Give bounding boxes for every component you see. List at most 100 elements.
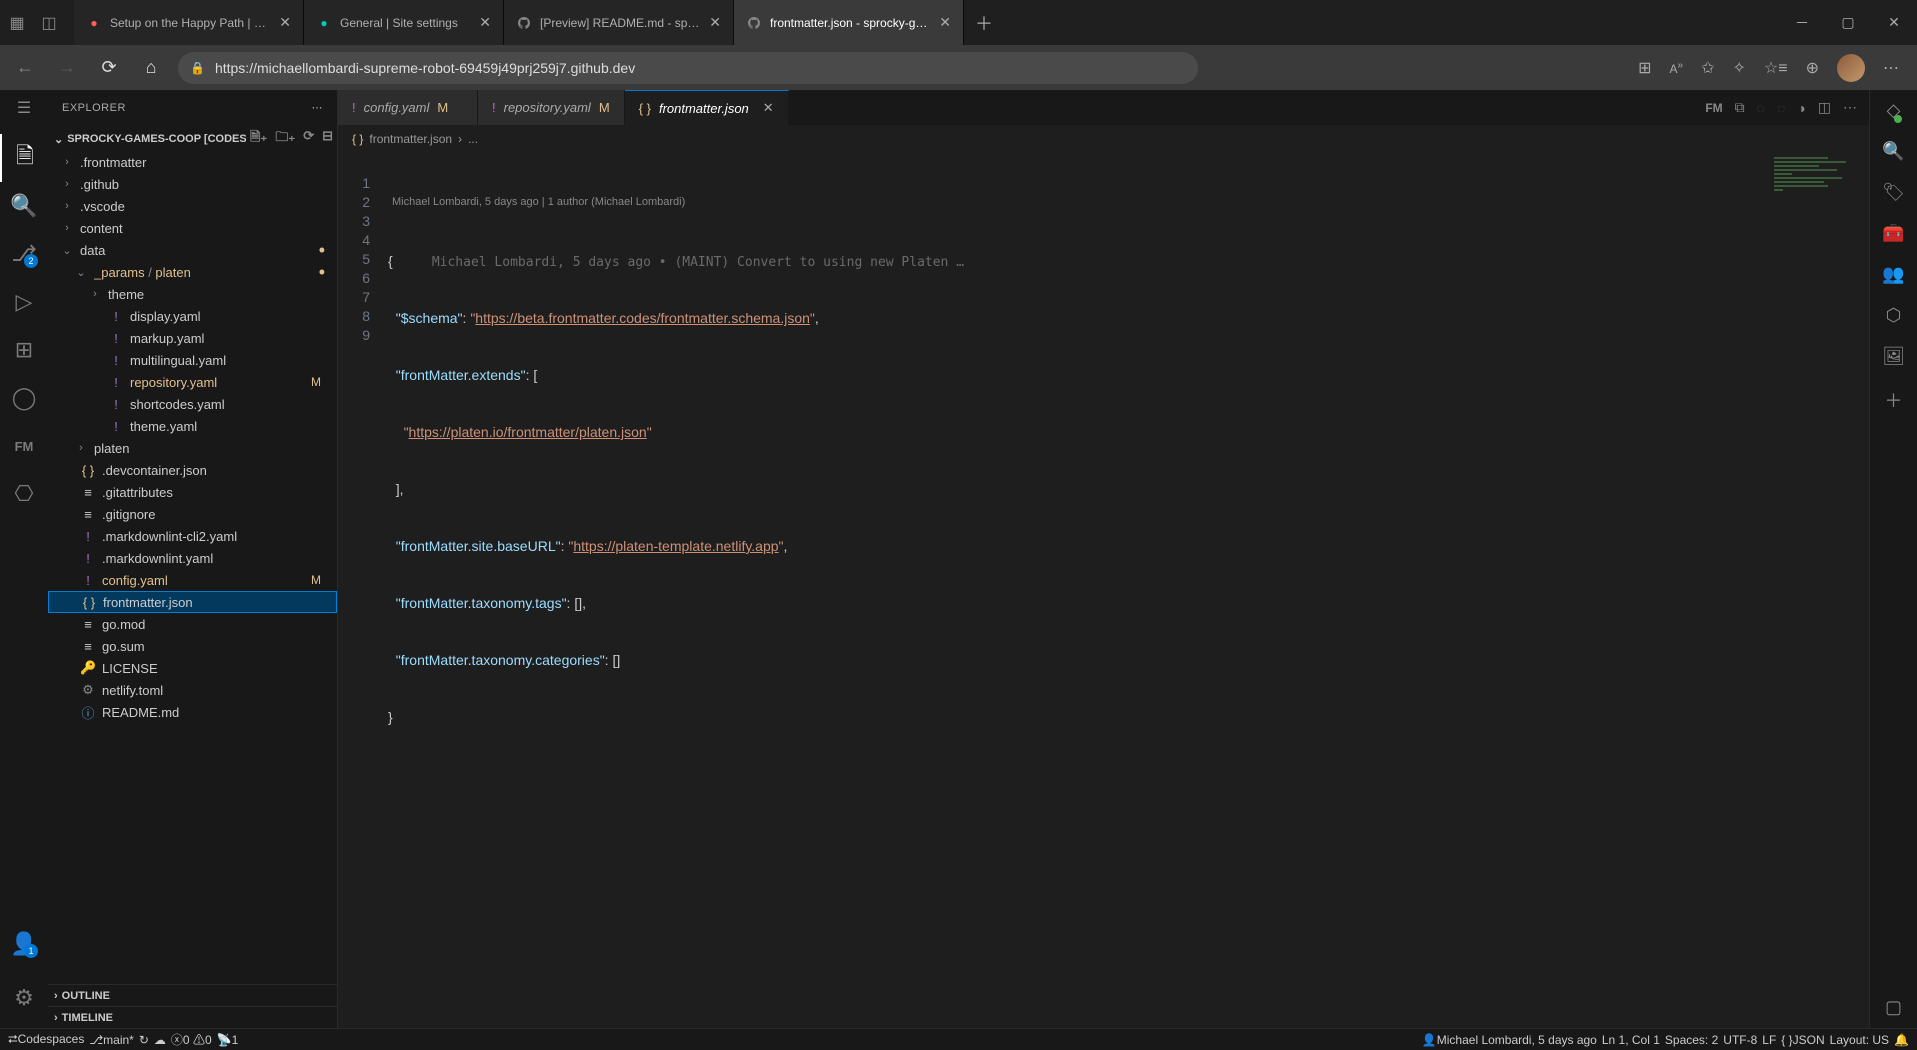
- fm-action-icon[interactable]: FM: [1705, 101, 1722, 115]
- file-item[interactable]: !.markdownlint-cli2.yaml: [48, 525, 337, 547]
- encoding[interactable]: UTF-8: [1723, 1033, 1757, 1047]
- editor-tab[interactable]: !repository.yamlM: [478, 90, 625, 125]
- file-item[interactable]: ≡go.sum: [48, 635, 337, 657]
- app-menu-icon[interactable]: ▦: [8, 14, 26, 32]
- refresh-button[interactable]: ⟳: [94, 53, 124, 83]
- minimize-button[interactable]: －: [1779, 0, 1825, 45]
- blame-indicator[interactable]: 👤Michael Lombardi, 5 days ago: [1422, 1033, 1597, 1047]
- new-file-icon[interactable]: 🗎₊: [250, 128, 267, 150]
- search-activity[interactable]: 🔍: [0, 182, 48, 230]
- new-tab-button[interactable]: ＋: [964, 10, 1004, 36]
- file-item[interactable]: ⓘREADME.md: [48, 701, 337, 723]
- file-item[interactable]: !display.yaml: [48, 305, 337, 327]
- problems-indicator[interactable]: ⓧ0 ⚠0: [171, 1031, 212, 1048]
- more-icon[interactable]: ⋯: [1883, 58, 1899, 78]
- folder-item[interactable]: ⌄_params / platen•: [48, 261, 337, 283]
- folder-item[interactable]: ›.frontmatter: [48, 151, 337, 173]
- outline-section[interactable]: › OUTLINE: [48, 984, 337, 1006]
- indentation[interactable]: Spaces: 2: [1665, 1033, 1718, 1047]
- file-item[interactable]: !markup.yaml: [48, 327, 337, 349]
- editor-tab[interactable]: { }frontmatter.json✕: [625, 90, 789, 125]
- image-icon[interactable]: 🖼: [1882, 346, 1905, 367]
- extensions-icon[interactable]: ✧: [1733, 58, 1746, 78]
- source-control-activity[interactable]: ⎇2: [0, 230, 48, 278]
- file-item[interactable]: !multilingual.yaml: [48, 349, 337, 371]
- editor-tab[interactable]: !config.yamlM: [338, 90, 478, 125]
- sync-indicator[interactable]: ↻: [139, 1033, 149, 1047]
- close-window-button[interactable]: ✕: [1871, 0, 1917, 45]
- run-icon[interactable]: ◑: [1797, 100, 1805, 116]
- new-folder-icon[interactable]: 🗀₊: [275, 128, 295, 150]
- close-tab-icon[interactable]: ✕: [939, 14, 951, 31]
- next-change-icon[interactable]: ◌: [1777, 100, 1785, 116]
- file-item[interactable]: !.markdownlint.yaml: [48, 547, 337, 569]
- accounts-activity[interactable]: 👤1: [0, 920, 48, 968]
- cloud-indicator[interactable]: ☁: [154, 1033, 166, 1047]
- folder-item[interactable]: ›theme: [48, 283, 337, 305]
- folder-item[interactable]: ›.github: [48, 173, 337, 195]
- branch-indicator[interactable]: ⎇main*: [89, 1033, 134, 1047]
- timeline-section[interactable]: › TIMELINE: [48, 1006, 337, 1028]
- file-item[interactable]: !repository.yamlM: [48, 371, 337, 393]
- file-item[interactable]: ⚙netlify.toml: [48, 679, 337, 701]
- close-tab-icon[interactable]: ✕: [763, 100, 774, 116]
- favorites-list-icon[interactable]: ☆≡: [1764, 58, 1788, 78]
- layout-indicator[interactable]: Layout: US: [1830, 1033, 1889, 1047]
- ports-indicator[interactable]: 📡1: [217, 1033, 239, 1047]
- minimap[interactable]: [1769, 152, 1869, 1028]
- file-item[interactable]: ≡.gitignore: [48, 503, 337, 525]
- home-button[interactable]: ⌂: [136, 53, 166, 83]
- codespaces-activity[interactable]: ⎔: [0, 470, 48, 518]
- folder-item[interactable]: ⌄data•: [48, 239, 337, 261]
- cursor-position[interactable]: Ln 1, Col 1: [1602, 1033, 1660, 1047]
- breadcrumbs[interactable]: { } frontmatter.json › ...: [338, 126, 1869, 152]
- maximize-button[interactable]: ▢: [1825, 0, 1871, 45]
- people-icon[interactable]: 👥: [1882, 264, 1904, 285]
- prev-change-icon[interactable]: ◌: [1757, 100, 1765, 116]
- workspaces-icon[interactable]: ◫: [40, 14, 58, 32]
- read-aloud-icon[interactable]: A»: [1670, 60, 1684, 76]
- close-tab-icon[interactable]: ✕: [479, 14, 491, 31]
- search-panel-icon[interactable]: 🔍: [1882, 141, 1904, 162]
- folder-item[interactable]: ›content: [48, 217, 337, 239]
- file-item[interactable]: ≡go.mod: [48, 613, 337, 635]
- file-item[interactable]: 🔑LICENSE: [48, 657, 337, 679]
- browser-tab[interactable]: frontmatter.json - sprocky-game✕: [734, 0, 964, 45]
- file-item[interactable]: !theme.yaml: [48, 415, 337, 437]
- code-area[interactable]: 123456789 Michael Lombardi, 5 days ago |…: [338, 152, 1869, 1028]
- codelens[interactable]: Michael Lombardi, 5 days ago | 1 author …: [388, 193, 1869, 212]
- folder-item[interactable]: ›platen: [48, 437, 337, 459]
- notifications-icon[interactable]: 🔔: [1894, 1033, 1909, 1047]
- favorite-icon[interactable]: ✩: [1701, 58, 1714, 78]
- close-tab-icon[interactable]: ✕: [709, 14, 721, 31]
- folder-item[interactable]: ›.vscode: [48, 195, 337, 217]
- hex-icon[interactable]: ⬡: [1886, 305, 1902, 326]
- file-item[interactable]: { }frontmatter.json: [48, 591, 337, 613]
- file-item[interactable]: !shortcodes.yaml: [48, 393, 337, 415]
- toolbox-icon[interactable]: 🧰: [1882, 223, 1904, 244]
- add-panel-icon[interactable]: ＋: [1885, 387, 1903, 413]
- close-tab-icon[interactable]: ✕: [279, 14, 291, 31]
- language-mode[interactable]: { }JSON: [1781, 1033, 1824, 1047]
- frontmatter-activity[interactable]: FM: [0, 422, 48, 470]
- codespaces-status-icon[interactable]: ◇: [1887, 100, 1901, 121]
- refresh-icon[interactable]: ⟳: [303, 128, 314, 150]
- back-button[interactable]: ←: [10, 53, 40, 83]
- tag-icon[interactable]: 🏷: [1882, 182, 1905, 203]
- extensions-activity[interactable]: ⊞: [0, 326, 48, 374]
- panel-toggle-icon[interactable]: ▢: [1885, 997, 1902, 1018]
- file-item[interactable]: { }.devcontainer.json: [48, 459, 337, 481]
- sidebar-more-icon[interactable]: ⋯: [312, 101, 324, 114]
- github-activity[interactable]: ◯: [0, 374, 48, 422]
- remote-indicator[interactable]: ⮂Codespaces: [8, 1032, 84, 1047]
- collections-icon[interactable]: ⊕: [1806, 58, 1819, 78]
- compare-icon[interactable]: ⧉: [1735, 99, 1745, 116]
- browser-tab[interactable]: [Preview] README.md - sprocky✕: [504, 0, 734, 45]
- editor-more-icon[interactable]: ⋯: [1843, 99, 1857, 116]
- explorer-activity[interactable]: 🗎: [0, 134, 48, 182]
- browser-tab[interactable]: ●Setup on the Happy Path | Platen✕: [74, 0, 304, 45]
- hamburger-menu[interactable]: ☰: [0, 90, 48, 125]
- file-item[interactable]: !config.yamlM: [48, 569, 337, 591]
- run-debug-activity[interactable]: ▷: [0, 278, 48, 326]
- browser-tab[interactable]: ●General | Site settings✕: [304, 0, 504, 45]
